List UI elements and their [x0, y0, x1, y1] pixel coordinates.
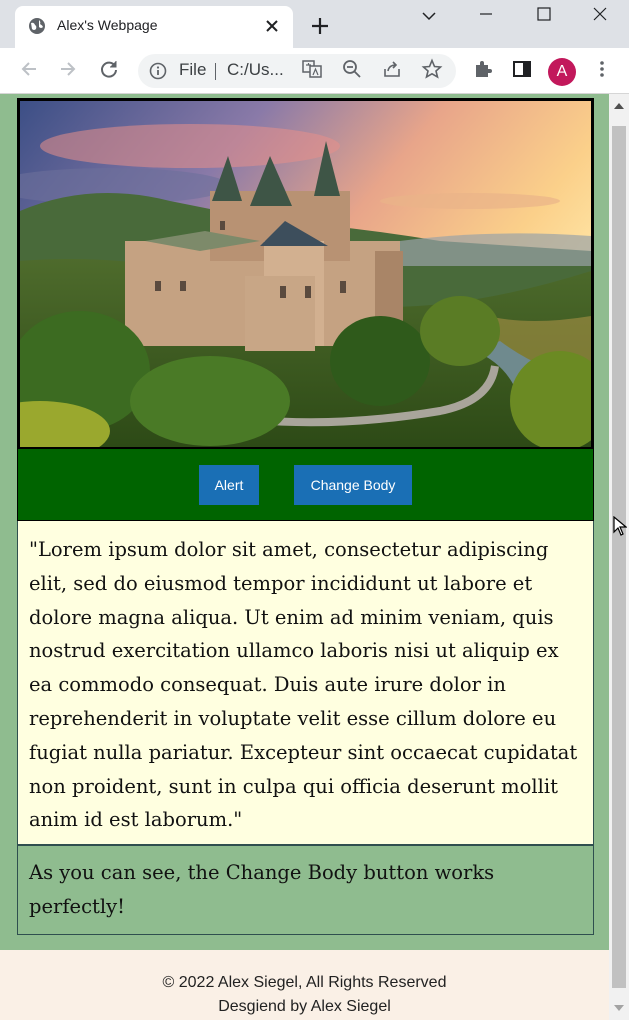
kebab-menu-icon[interactable] — [591, 58, 613, 80]
reload-icon[interactable] — [98, 58, 120, 80]
scroll-down-arrow-icon[interactable] — [613, 1002, 625, 1014]
scrollbar-thumb[interactable] — [612, 126, 626, 988]
vertical-scrollbar[interactable] — [609, 94, 629, 1020]
change-body-button[interactable]: Change Body — [294, 465, 412, 505]
browser-tab[interactable]: Alex's Webpage — [15, 6, 293, 48]
extensions-icon[interactable] — [472, 58, 494, 80]
zoom-out-icon[interactable] — [341, 58, 363, 80]
scroll-up-arrow-icon[interactable] — [613, 100, 625, 112]
alert-button[interactable]: Alert — [199, 465, 259, 505]
plus-icon[interactable] — [310, 16, 330, 36]
tab-title: Alex's Webpage — [57, 17, 158, 33]
address-bar[interactable]: File C:/Us... — [138, 54, 456, 88]
hero-image — [17, 98, 594, 450]
button-bar: Alert Change Body — [17, 448, 594, 521]
translate-icon[interactable] — [301, 58, 323, 80]
profile-avatar[interactable]: A — [548, 58, 576, 86]
back-icon[interactable] — [18, 58, 40, 80]
window-close-icon[interactable] — [585, 4, 615, 26]
lorem-text-panel: "Lorem ipsum dolor sit amet, consectetur… — [17, 521, 594, 845]
footer-copyright: © 2022 Alex Siegel, All Rights Reserved — [162, 974, 447, 991]
tab-strip: Alex's Webpage — [0, 0, 629, 48]
url-scheme: File — [179, 60, 207, 79]
browser-toolbar: File C:/Us... A — [0, 48, 629, 94]
star-icon[interactable] — [421, 58, 443, 80]
minimize-icon[interactable] — [471, 4, 501, 26]
page-viewport: Alert Change Body "Lorem ipsum dolor sit… — [0, 94, 609, 1020]
url-path: C:/Us... — [227, 60, 284, 79]
url-separator — [215, 63, 216, 80]
body-note-panel: As you can see, the Change Body button w… — [17, 845, 594, 935]
castle-photo — [20, 101, 591, 447]
globe-icon — [29, 18, 45, 34]
maximize-icon[interactable] — [529, 4, 559, 26]
share-icon[interactable] — [381, 58, 403, 80]
side-panel-icon[interactable] — [511, 58, 533, 80]
close-icon[interactable] — [263, 17, 281, 35]
page-footer: © 2022 Alex Siegel, All Rights Reserved … — [0, 950, 609, 1020]
mouse-pointer-icon — [613, 516, 627, 536]
forward-icon[interactable] — [57, 58, 79, 80]
info-icon[interactable] — [149, 62, 167, 80]
footer-designed-by: Desgiend by Alex Siegel — [218, 998, 391, 1015]
chevron-down-icon[interactable] — [414, 4, 444, 26]
